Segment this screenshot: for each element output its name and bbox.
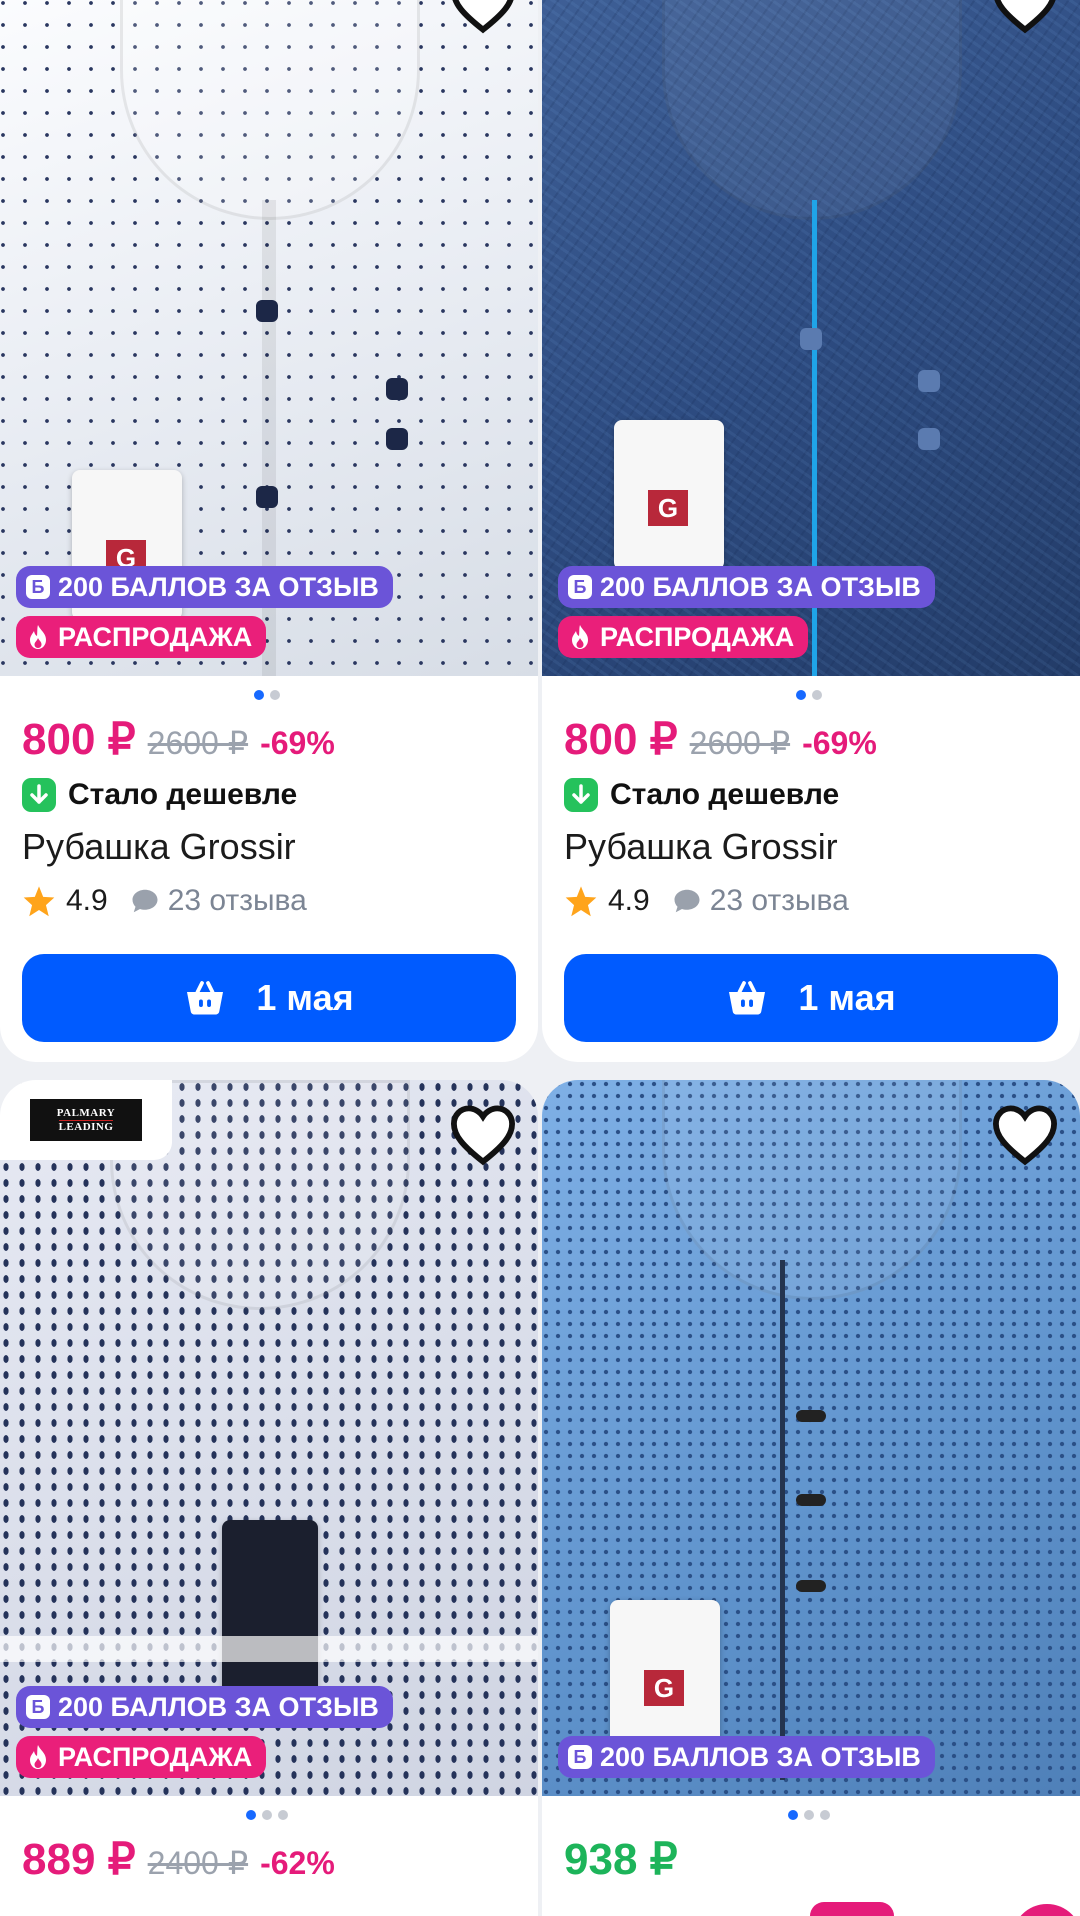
points-badge-label: 200 БАЛЛОВ ЗА ОТЗЫВ bbox=[600, 571, 921, 602]
product-card[interactable]: PALMARY LEADING Б 200 БАЛЛОВ ЗА ОТЗЫВ РА… bbox=[0, 1080, 538, 1916]
shirt-button bbox=[796, 1494, 826, 1506]
rating-value: 4.9 bbox=[608, 884, 650, 917]
star-icon bbox=[23, 886, 55, 917]
shirt-button bbox=[796, 1410, 826, 1422]
points-badge: Б 200 БАЛЛОВ ЗА ОТЗЫВ bbox=[558, 1736, 935, 1778]
cart-button-partial[interactable] bbox=[1012, 1904, 1080, 1916]
price-tag-image: G bbox=[610, 1600, 720, 1750]
price-row: 800 ₽ 2600 ₽ -69% bbox=[564, 714, 877, 765]
discount-percent: -62% bbox=[260, 1845, 335, 1881]
add-to-cart-button[interactable]: 1 мая bbox=[22, 954, 516, 1042]
shirt-button bbox=[386, 428, 408, 450]
old-price: 2600 ₽ bbox=[147, 725, 249, 761]
add-to-cart-button[interactable]: 1 мая bbox=[564, 954, 1058, 1042]
points-badge-label: 200 БАЛЛОВ ЗА ОТЗЫВ bbox=[600, 1741, 921, 1772]
delivery-date-label: 1 мая bbox=[256, 977, 354, 1018]
reviews-count: 23 отзыва bbox=[709, 884, 849, 917]
reviews-count: 23 отзыва bbox=[167, 884, 307, 917]
product-card[interactable]: G Б 200 БАЛЛОВ ЗА ОТЗЫВ РАСПРОДАЖА 800 ₽… bbox=[542, 0, 1080, 1062]
points-icon: Б bbox=[568, 1745, 592, 1769]
discount-percent: -69% bbox=[802, 725, 877, 761]
old-price: 2600 ₽ bbox=[689, 725, 791, 761]
sale-badge: РАСПРОДАЖА bbox=[558, 616, 809, 658]
photo-pager-dots bbox=[254, 690, 280, 700]
sale-badge: РАСПРОДАЖА bbox=[16, 1736, 267, 1778]
price-tag-image: G bbox=[614, 420, 724, 570]
price-row: 889 ₽ 2400 ₽ -62% bbox=[22, 1834, 335, 1885]
points-badge-label: 200 БАЛЛОВ ЗА ОТЗЫВ bbox=[58, 571, 379, 602]
current-price: 938 ₽ bbox=[564, 1835, 678, 1884]
favorite-heart-icon[interactable] bbox=[448, 0, 518, 34]
price-drop-text: Стало дешевле bbox=[68, 778, 298, 811]
current-price: 889 ₽ bbox=[22, 1835, 136, 1884]
photo-pager-dots bbox=[796, 690, 822, 700]
product-grid: G Б 200 БАЛЛОВ ЗА ОТЗЫВ РАСПРОДАЖА 800 ₽… bbox=[0, 0, 1080, 1916]
shirt-button bbox=[918, 370, 940, 392]
points-badge-label: 200 БАЛЛОВ ЗА ОТЗЫВ bbox=[58, 1691, 379, 1722]
brand-logo-image: PALMARY LEADING bbox=[30, 1099, 142, 1141]
shirt-collar bbox=[120, 0, 420, 220]
fire-icon bbox=[568, 624, 592, 650]
sale-badge: РАСПРОДАЖА bbox=[16, 616, 267, 658]
brand-ribbon bbox=[0, 1636, 538, 1662]
sale-badge-label: РАСПРОДАЖА bbox=[58, 621, 253, 652]
price-row: 800 ₽ 2600 ₽ -69% bbox=[22, 714, 335, 765]
shirt-collar bbox=[662, 0, 962, 220]
points-icon: Б bbox=[26, 575, 50, 599]
star-icon bbox=[565, 886, 597, 917]
points-badge: Б 200 БАЛЛОВ ЗА ОТЗЫВ bbox=[558, 566, 935, 608]
arrow-down-icon bbox=[564, 778, 598, 812]
old-price: 2400 ₽ bbox=[147, 1845, 249, 1881]
current-price: 800 ₽ bbox=[564, 715, 678, 764]
shirt-button bbox=[256, 486, 278, 508]
points-icon: Б bbox=[26, 1695, 50, 1719]
price-drop-label: Стало дешевле bbox=[564, 778, 839, 812]
comment-icon bbox=[674, 889, 700, 913]
fire-icon bbox=[26, 624, 50, 650]
basket-icon bbox=[726, 980, 768, 1016]
rating-value: 4.9 bbox=[66, 884, 108, 917]
shirt-button bbox=[800, 328, 822, 350]
favorite-heart-icon[interactable] bbox=[990, 1102, 1060, 1166]
product-title[interactable]: Рубашка Grossir bbox=[22, 826, 296, 868]
points-badge: Б 200 БАЛЛОВ ЗА ОТЗЫВ bbox=[16, 1686, 393, 1728]
discount-chip-partial bbox=[810, 1902, 894, 1916]
sale-badge-label: РАСПРОДАЖА bbox=[58, 1741, 253, 1772]
arrow-down-icon bbox=[22, 778, 56, 812]
shirt-button bbox=[796, 1580, 826, 1592]
current-price: 800 ₽ bbox=[22, 715, 136, 764]
product-photo[interactable]: G bbox=[542, 1080, 1080, 1796]
shirt-button bbox=[256, 300, 278, 322]
price-drop-text: Стало дешевле bbox=[610, 778, 840, 811]
shirt-button bbox=[918, 428, 940, 450]
basket-icon bbox=[184, 980, 226, 1016]
product-title[interactable]: Рубашка Grossir bbox=[564, 826, 838, 868]
favorite-heart-icon[interactable] bbox=[990, 0, 1060, 34]
points-icon: Б bbox=[568, 575, 592, 599]
points-badge: Б 200 БАЛЛОВ ЗА ОТЗЫВ bbox=[16, 566, 393, 608]
photo-pager-dots bbox=[246, 1810, 288, 1820]
sale-badge-label: РАСПРОДАЖА bbox=[600, 621, 795, 652]
product-card[interactable]: G Б 200 БАЛЛОВ ЗА ОТЗЫВ РАСПРОДАЖА 800 ₽… bbox=[0, 0, 538, 1062]
delivery-date-label: 1 мая bbox=[798, 977, 896, 1018]
product-card[interactable]: G Б 200 БАЛЛОВ ЗА ОТЗЫВ 938 ₽ bbox=[542, 1080, 1080, 1916]
rating-row[interactable]: 4.9 23 отзыва bbox=[564, 884, 849, 918]
shirt-placket bbox=[780, 1260, 785, 1780]
shirt-collar bbox=[662, 1080, 962, 1300]
price-row: 938 ₽ bbox=[564, 1834, 678, 1885]
rating-row[interactable]: 4.9 23 отзыва bbox=[22, 884, 307, 918]
photo-pager-dots bbox=[788, 1810, 830, 1820]
price-drop-label: Стало дешевле bbox=[22, 778, 297, 812]
comment-icon bbox=[132, 889, 158, 913]
shirt-button bbox=[386, 378, 408, 400]
brand-logo[interactable]: PALMARY LEADING bbox=[0, 1080, 172, 1160]
discount-percent: -69% bbox=[260, 725, 335, 761]
favorite-heart-icon[interactable] bbox=[448, 1102, 518, 1166]
fire-icon bbox=[26, 1744, 50, 1770]
